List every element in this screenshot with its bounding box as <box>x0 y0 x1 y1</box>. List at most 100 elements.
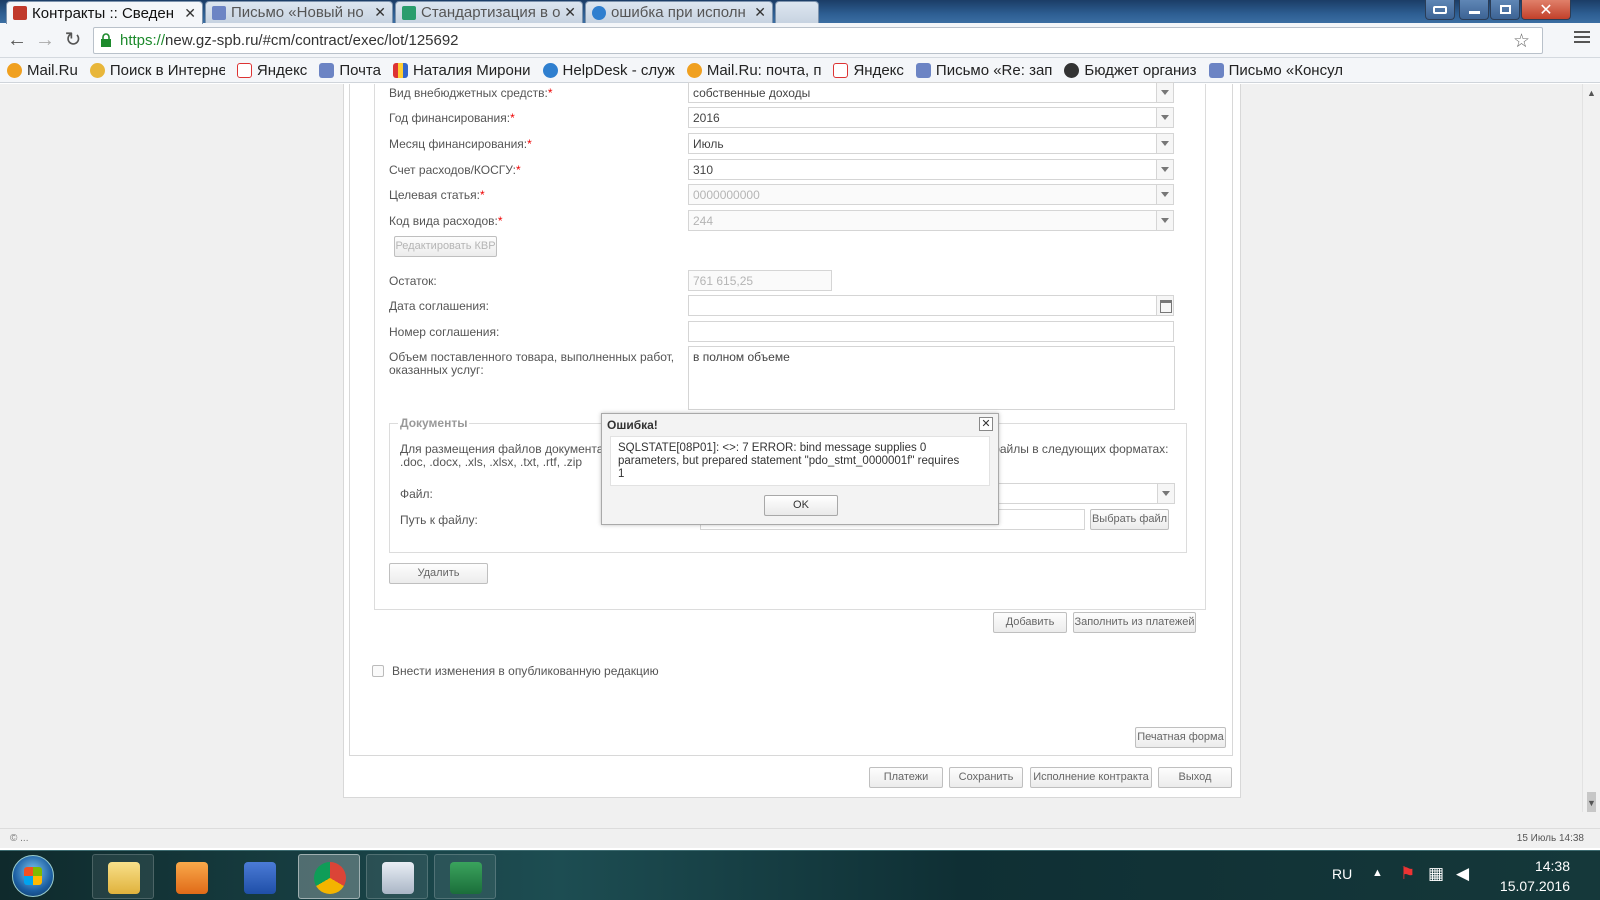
browser-tab-strip: Контракты :: Сведен ✕ Письмо «Новый но ✕… <box>0 0 1600 24</box>
taskbar-calculator[interactable] <box>366 854 428 899</box>
bar-chart-icon <box>392 62 408 78</box>
edit-kvr-button[interactable]: Редактировать КВР <box>394 236 497 257</box>
fill-from-payments-button[interactable]: Заполнить из платежей <box>1073 612 1196 633</box>
bookmark-letter-consult[interactable]: Письмо «Консул <box>1208 62 1343 79</box>
globe-icon <box>592 5 606 20</box>
save-button[interactable]: Сохранить <box>949 767 1023 788</box>
taskbar-media-player[interactable] <box>160 854 222 899</box>
publish-changes-checkbox[interactable] <box>372 665 384 677</box>
add-button[interactable]: Добавить <box>993 612 1067 633</box>
yandex-icon <box>833 62 849 78</box>
file-label: Файл: <box>400 487 433 501</box>
mail-icon <box>915 62 931 78</box>
error-message: SQLSTATE[08P01]: <>: 7 ERROR: bind messa… <box>610 436 990 486</box>
bookmark-natalia[interactable]: Наталия Мирони <box>392 62 531 79</box>
close-tab-icon[interactable]: ✕ <box>184 5 196 22</box>
bookmark-mail[interactable]: Почта <box>319 62 381 79</box>
calculator-icon <box>382 862 414 894</box>
financing-year-select[interactable]: 2016 <box>688 107 1174 128</box>
tab-error-search[interactable]: ошибка при исполн ✕ <box>585 1 773 23</box>
taskbar-chrome[interactable] <box>298 854 360 899</box>
minimize-icon[interactable] <box>1459 0 1489 20</box>
bookmark-letter-re[interactable]: Письмо «Re: зап <box>915 62 1052 79</box>
close-icon[interactable]: ✕ <box>979 417 993 431</box>
scroll-down-icon[interactable]: ▼ <box>1587 798 1596 808</box>
chevron-down-icon <box>1156 185 1173 204</box>
error-dialog-title: Ошибка! <box>607 418 658 432</box>
reload-icon[interactable]: ↻ <box>62 29 84 51</box>
payment-form: Вид внебюджетных средств:* собственные д… <box>374 82 1206 610</box>
agreement-number-field[interactable] <box>688 321 1174 342</box>
taskbar-word[interactable] <box>228 854 290 899</box>
error-dialog: Ошибка! ✕ SQLSTATE[08P01]: <>: 7 ERROR: … <box>601 413 999 525</box>
close-tab-icon[interactable]: ✕ <box>754 4 766 21</box>
choose-file-button[interactable]: Выбрать файл <box>1090 509 1169 530</box>
calendar-icon[interactable] <box>1156 296 1173 315</box>
language-indicator[interactable]: RU <box>1332 866 1352 882</box>
excel-icon <box>450 862 482 894</box>
address-bar[interactable]: https://new.gz-spb.ru/#cm/contract/exec/… <box>93 27 1543 54</box>
expense-code-label: Код вида расходов:* <box>389 214 503 228</box>
scroll-up-icon[interactable]: ▲ <box>1587 88 1596 98</box>
tab-mail-letter[interactable]: Письмо «Новый но ✕ <box>205 1 393 23</box>
bookmark-mailru[interactable]: Mail.Ru <box>7 62 78 79</box>
user-icon[interactable] <box>1425 0 1455 20</box>
print-form-button[interactable]: Печатная форма <box>1135 727 1226 748</box>
taskbar-excel[interactable] <box>434 854 496 899</box>
delete-button[interactable]: Удалить <box>389 563 488 584</box>
exit-button[interactable]: Выход <box>1158 767 1232 788</box>
contract-execution-button[interactable]: Исполнение контракта <box>1030 767 1152 788</box>
expense-code-select: 244 <box>688 210 1174 231</box>
balance-field: 761 615,25 <box>688 270 832 291</box>
payments-button[interactable]: Платежи <box>869 767 943 788</box>
tab-standardization[interactable]: Стандартизация в о ✕ <box>395 1 583 23</box>
mail-icon <box>212 5 226 20</box>
expense-account-select[interactable]: 310 <box>688 159 1174 180</box>
tab-contracts[interactable]: Контракты :: Сведен ✕ <box>6 1 203 24</box>
bookmark-yandex[interactable]: Яндекс <box>236 62 307 79</box>
clock-time: 14:38 <box>1534 858 1570 874</box>
bookmark-star-icon[interactable]: ☆ <box>1513 30 1530 53</box>
bookmark-budget[interactable]: Бюджет организ <box>1064 62 1197 79</box>
forward-arrow-icon[interactable]: → <box>34 29 56 51</box>
start-button[interactable] <box>12 855 54 897</box>
back-arrow-icon[interactable]: ← <box>6 29 28 51</box>
page-scrollbar[interactable]: ▲ ▼ <box>1582 84 1600 812</box>
chevron-down-icon[interactable] <box>1156 134 1173 153</box>
chevron-down-icon[interactable] <box>1156 108 1173 127</box>
close-window-icon[interactable]: ✕ <box>1521 0 1571 20</box>
close-tab-icon[interactable]: ✕ <box>564 4 576 21</box>
bookmark-search[interactable]: Поиск в Интерне <box>89 62 225 79</box>
clock-date: 15.07.2016 <box>1499 878 1570 894</box>
mail-icon <box>1208 62 1224 78</box>
network-icon[interactable]: ▦ <box>1428 864 1444 884</box>
system-clock[interactable]: 14:38 15.07.2016 <box>1490 856 1570 896</box>
bookmark-mailru-mail[interactable]: Mail.Ru: почта, п <box>686 62 821 79</box>
file-path-label: Путь к файлу: <box>400 513 478 527</box>
financing-month-select[interactable]: Июль <box>688 133 1174 154</box>
taskbar-explorer[interactable] <box>92 854 154 899</box>
balance-label: Остаток: <box>389 274 437 288</box>
folder-icon <box>108 862 140 894</box>
new-tab-button[interactable] <box>775 1 819 23</box>
bookmark-yandex-2[interactable]: Яндекс <box>833 62 904 79</box>
agreement-date-field[interactable] <box>688 295 1174 316</box>
volume-muted-icon[interactable]: ◀ <box>1456 864 1469 884</box>
chevron-down-icon[interactable] <box>1156 160 1173 179</box>
target-article-select: 0000000000 <box>688 184 1174 205</box>
chevron-down-icon[interactable] <box>1157 484 1174 503</box>
extrabudget-type-select[interactable]: собственные доходы <box>688 82 1174 103</box>
ok-button[interactable]: OK <box>764 495 838 516</box>
chevron-down-icon[interactable] <box>1156 83 1173 102</box>
mailru-icon <box>7 62 22 78</box>
lock-icon <box>101 33 111 47</box>
restore-icon[interactable] <box>1490 0 1520 20</box>
show-hidden-icons-icon[interactable]: ▲ <box>1372 867 1383 879</box>
close-tab-icon[interactable]: ✕ <box>374 4 386 21</box>
browser-menu-icon[interactable] <box>1574 31 1590 45</box>
browser-toolbar: ← → ↻ https://new.gz-spb.ru/#cm/contract… <box>0 23 1600 58</box>
volume-textarea[interactable]: в полном объеме <box>688 346 1175 410</box>
bookmark-helpdesk[interactable]: HelpDesk - служ <box>542 62 675 79</box>
chrome-icon <box>314 862 346 894</box>
action-center-icon[interactable]: ⚑ <box>1400 864 1415 884</box>
